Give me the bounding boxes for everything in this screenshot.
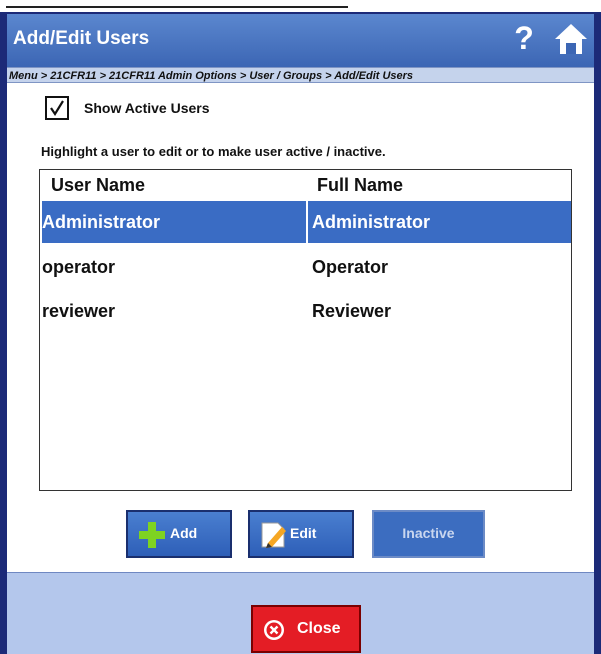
inactive-button-label: Inactive — [402, 525, 455, 541]
close-button[interactable]: Close — [251, 605, 361, 653]
checkmark-icon — [50, 100, 64, 117]
window-title: Add/Edit Users — [13, 28, 150, 49]
table-row[interactable]: operator Operator — [40, 246, 571, 288]
dialog-footer: Close — [7, 572, 594, 654]
users-table: User Name Full Name Administrator Admini… — [39, 169, 572, 491]
add-edit-users-dialog: Add/Edit Users ? Menu > 21CFR11 > 21CFR1… — [7, 14, 594, 654]
user-name-cell: reviewer — [42, 301, 116, 321]
show-active-users-checkbox[interactable] — [45, 96, 69, 120]
close-button-label: Close — [297, 620, 341, 637]
breadcrumb: Menu > 21CFR11 > 21CFR11 Admin Options >… — [7, 67, 594, 83]
user-name-cell: operator — [42, 257, 116, 277]
instruction-text: Highlight a user to edit or to make user… — [41, 144, 386, 159]
top-strip — [0, 0, 601, 12]
title-bar: Add/Edit Users ? — [7, 14, 594, 67]
column-header-full-name[interactable]: Full Name — [317, 170, 403, 200]
table-row[interactable]: reviewer Reviewer — [40, 290, 571, 332]
top-rule — [6, 6, 348, 8]
plus-icon — [139, 522, 165, 548]
full-name-cell: Administrator — [308, 201, 571, 243]
table-row[interactable]: Administrator Administrator — [40, 201, 571, 243]
column-header-user-name[interactable]: User Name — [51, 170, 145, 200]
home-icon[interactable] — [554, 22, 588, 56]
full-name-cell: Operator — [312, 257, 389, 277]
help-icon[interactable]: ? — [509, 20, 539, 56]
close-circle-icon — [264, 620, 284, 640]
user-name-cell: Administrator — [42, 201, 306, 243]
edit-button[interactable]: Edit — [248, 510, 354, 558]
edit-document-icon — [261, 522, 286, 548]
add-button[interactable]: Add — [126, 510, 232, 558]
edit-button-label: Edit — [290, 525, 317, 541]
full-name-cell: Reviewer — [312, 301, 392, 321]
inactive-button[interactable]: Inactive — [372, 510, 485, 558]
show-active-users-label: Show Active Users — [84, 100, 210, 116]
add-button-label: Add — [170, 525, 198, 541]
